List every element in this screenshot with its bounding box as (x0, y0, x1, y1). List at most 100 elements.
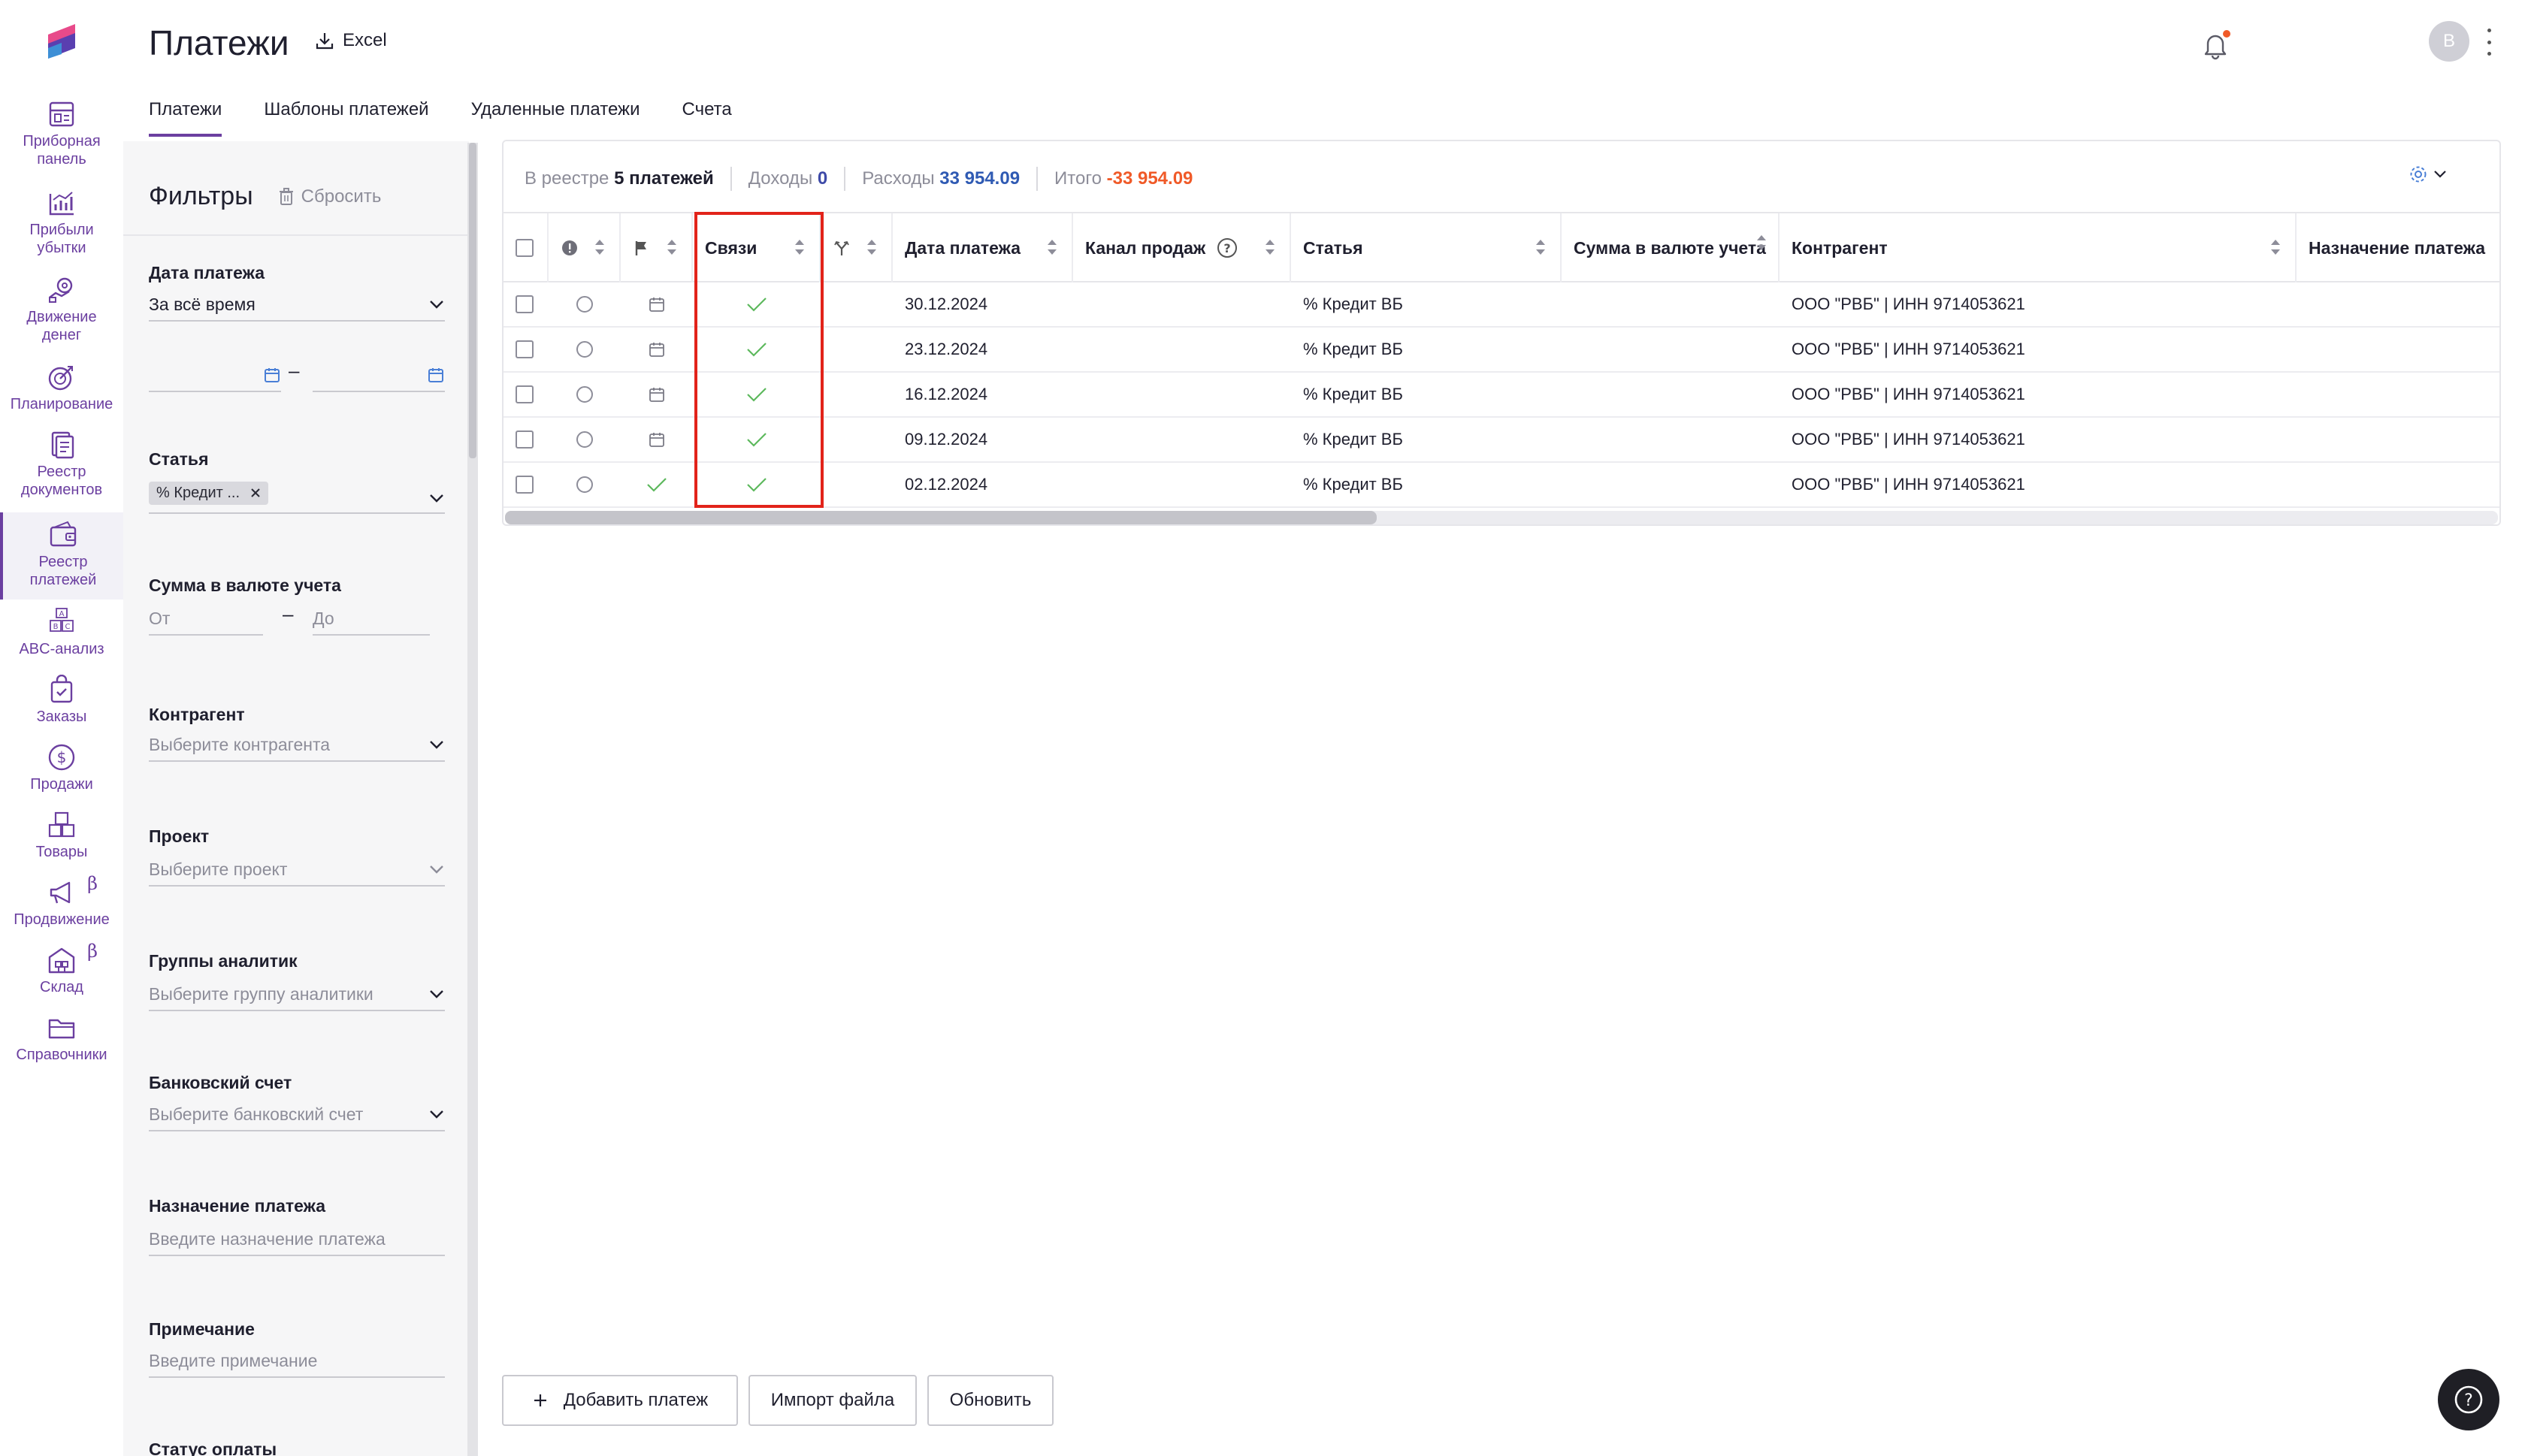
refresh-button[interactable]: Обновить (927, 1375, 1054, 1426)
row-links-cell[interactable] (693, 418, 821, 461)
header-flag[interactable] (621, 213, 693, 282)
nav-item-planning[interactable]: Планирование (0, 362, 123, 413)
calendar-icon[interactable] (648, 295, 666, 313)
bank-account-select[interactable]: Выберите банковский счет (149, 1098, 445, 1131)
row-checkbox[interactable] (516, 476, 534, 494)
row-checkbox[interactable] (516, 385, 534, 403)
filter-label-date: Дата платежа (149, 263, 265, 282)
user-avatar[interactable]: В (2429, 21, 2469, 62)
tab-invoices[interactable]: Счета (682, 99, 732, 137)
nav-item-cash-flow[interactable]: Движение денег (0, 275, 123, 344)
status-radio[interactable] (576, 341, 593, 358)
filter-label-article: Статья (149, 449, 209, 469)
row-article-cell: % Кредит ВБ (1303, 475, 1403, 494)
nav-item-references[interactable]: Справочники (0, 1013, 123, 1064)
tab-payments[interactable]: Платежи (149, 99, 222, 137)
sort-icon[interactable] (1046, 236, 1058, 258)
excel-export-button[interactable]: Excel (314, 30, 387, 51)
table-row[interactable]: 09.12.2024 % Кредит ВБ ООО "РВБ" | ИНН 971… (503, 418, 2499, 463)
nav-item-documents[interactable]: Реестр документов (0, 430, 123, 499)
header-sales-channel[interactable]: Канал продаж ? (1073, 213, 1291, 282)
row-date-cell: 30.12.2024 (905, 295, 988, 313)
purpose-input[interactable]: Введите назначение платежа (149, 1223, 445, 1256)
project-select[interactable]: Выберите проект (149, 853, 445, 887)
app-logo[interactable] (42, 21, 81, 63)
row-links-cell[interactable] (693, 328, 821, 371)
more-menu-icon[interactable] (2484, 29, 2493, 56)
sort-icon[interactable] (794, 236, 806, 258)
table-row[interactable]: 30.12.2024 % Кредит ВБ ООО "РВБ" | ИНН 971… (503, 282, 2499, 328)
calendar-icon[interactable] (648, 340, 666, 358)
notification-dot (2223, 30, 2230, 38)
date-to-input[interactable] (313, 359, 445, 392)
header-split[interactable] (821, 213, 893, 282)
date-from-input[interactable] (149, 359, 281, 392)
amount-to-input[interactable]: До (313, 603, 430, 636)
table-row[interactable]: 23.12.2024 % Кредит ВБ ООО "РВБ" | ИНН 971… (503, 328, 2499, 373)
nav-item-sales[interactable]: $ Продажи (0, 742, 123, 793)
row-links-cell[interactable] (693, 463, 821, 506)
svg-text:C: C (65, 623, 71, 631)
calendar-icon[interactable] (648, 385, 666, 403)
header-purpose[interactable]: Назначение платежа (2297, 213, 2499, 282)
filter-label-note: Примечание (149, 1319, 255, 1339)
filters-scrollbar-thumb[interactable] (469, 143, 476, 458)
article-select[interactable]: % Кредит ... (149, 473, 445, 514)
nav-label: ABC-анализ (19, 641, 104, 657)
nav-item-warehouse[interactable]: Склад β (0, 941, 123, 996)
sort-icon[interactable] (2269, 236, 2282, 258)
header-links[interactable]: Связи (693, 213, 821, 282)
help-button[interactable]: ? (2438, 1369, 2499, 1430)
header-date[interactable]: Дата платежа (893, 213, 1073, 282)
import-file-button[interactable]: Импорт файла (748, 1375, 917, 1426)
sort-icon[interactable] (1264, 236, 1276, 258)
sort-icon[interactable] (866, 236, 878, 258)
tab-deleted[interactable]: Удаленные платежи (471, 99, 640, 137)
status-radio[interactable] (576, 431, 593, 448)
nav-item-products[interactable]: Товары (0, 810, 123, 861)
help-circle-icon[interactable]: ? (1216, 237, 1238, 259)
nav-item-promotion[interactable]: Продвижение β (0, 873, 123, 929)
row-links-cell[interactable] (693, 373, 821, 416)
row-counterparty-cell: ООО "РВБ" | ИНН 9714053621 (1792, 340, 2025, 358)
calendar-icon[interactable] (427, 366, 445, 384)
sort-icon[interactable] (594, 236, 606, 258)
remove-chip-icon[interactable] (250, 488, 261, 498)
sort-icon[interactable] (1535, 236, 1547, 258)
status-radio[interactable] (576, 386, 593, 403)
counterparty-select[interactable]: Выберите контрагента (149, 729, 445, 762)
row-amount-cell (1562, 418, 1780, 461)
nav-item-payments[interactable]: Реестр платежей (0, 512, 123, 600)
status-radio[interactable] (576, 296, 593, 313)
date-period-select[interactable]: За всё время (149, 288, 445, 322)
nav-item-abc[interactable]: ABC ABC-анализ (0, 607, 123, 658)
header-article[interactable]: Статья (1291, 213, 1562, 282)
total-label: Итого (1054, 168, 1102, 189)
table-row[interactable]: 16.12.2024 % Кредит ВБ ООО "РВБ" | ИНН 971… (503, 373, 2499, 418)
tab-templates[interactable]: Шаблоны платежей (264, 99, 428, 137)
header-counterparty[interactable]: Контрагент (1780, 213, 2297, 282)
row-links-cell[interactable] (693, 282, 821, 326)
calendar-icon[interactable] (263, 366, 281, 384)
calendar-icon[interactable] (648, 430, 666, 449)
amount-from-input[interactable]: От (149, 603, 263, 636)
note-input[interactable]: Введите примечание (149, 1345, 445, 1378)
nav-item-dashboard[interactable]: Приборная панель (0, 99, 123, 168)
nav-item-orders[interactable]: Заказы (0, 675, 123, 726)
row-checkbox[interactable] (516, 430, 534, 449)
select-all-checkbox[interactable] (516, 239, 534, 257)
status-radio[interactable] (576, 476, 593, 493)
table-scrollbar-thumb[interactable] (505, 511, 1377, 524)
add-payment-button[interactable]: Добавить платеж (502, 1375, 738, 1426)
row-checkbox[interactable] (516, 340, 534, 358)
sort-icon[interactable] (666, 236, 678, 258)
nav-item-profit-loss[interactable]: Прибыли убытки (0, 188, 123, 257)
table-row[interactable]: 02.12.2024 % Кредит ВБ ООО "РВБ" | ИНН 971… (503, 463, 2499, 508)
sort-icon[interactable] (1755, 231, 1768, 254)
row-checkbox[interactable] (516, 295, 534, 313)
analytics-groups-select[interactable]: Выберите группу аналитики (149, 978, 445, 1011)
reset-filters-button[interactable]: Сбросить (277, 186, 381, 207)
header-amount[interactable]: Сумма в валюте учета (1562, 213, 1780, 282)
table-settings-button[interactable] (2408, 164, 2447, 185)
header-status[interactable] (549, 213, 621, 282)
